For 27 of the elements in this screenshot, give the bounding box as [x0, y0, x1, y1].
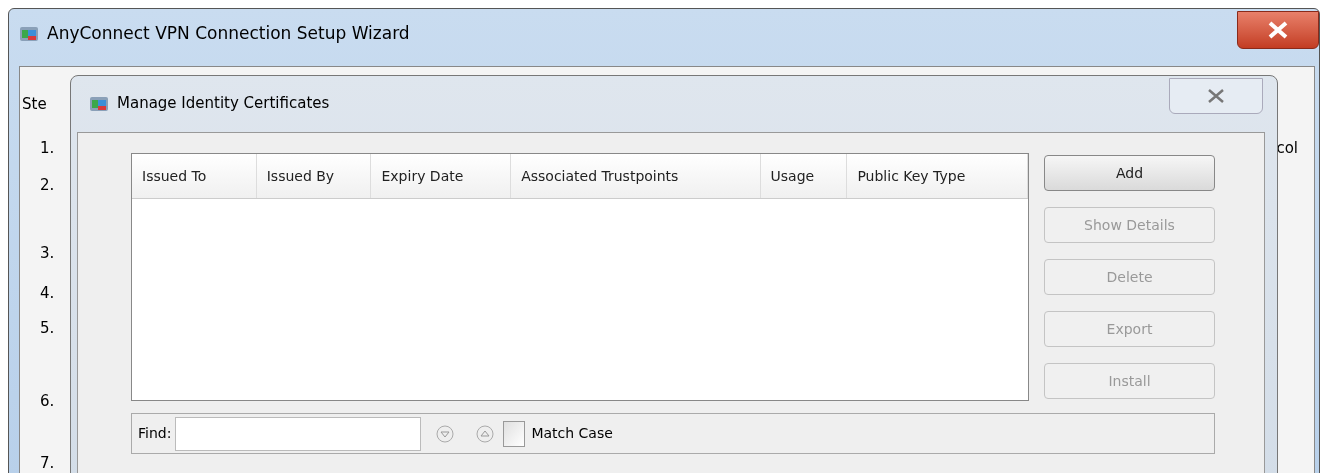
column-header[interactable]: Issued To — [132, 154, 257, 198]
column-header[interactable]: Associated Trustpoints — [511, 154, 761, 198]
step-number: 4. — [40, 283, 55, 304]
steps-header: Ste — [22, 94, 47, 115]
step-number: 7. — [40, 453, 55, 473]
step-number: 1. — [40, 138, 55, 159]
column-header[interactable]: Public Key Type — [847, 154, 1028, 198]
dialog-title: Manage Identity Certificates — [117, 93, 330, 115]
step-number: 3. — [40, 243, 55, 264]
step-number: 6. — [40, 391, 55, 412]
step-number: 2. — [40, 175, 55, 196]
find-field[interactable] — [175, 416, 422, 451]
close-button[interactable] — [1237, 11, 1319, 49]
step-number: 5. — [40, 318, 55, 339]
window-title: AnyConnect VPN Connection Setup Wizard — [47, 22, 410, 46]
match-case-checkbox[interactable] — [503, 420, 526, 447]
close-icon — [1206, 88, 1226, 104]
column-header[interactable]: Issued By — [256, 154, 372, 198]
protocol-text: col — [1276, 138, 1298, 159]
close-icon — [1267, 21, 1289, 39]
app-icon — [19, 25, 39, 43]
action-button[interactable]: Add — [1044, 155, 1215, 191]
find-label: Find: — [138, 424, 172, 443]
app-icon — [89, 94, 109, 113]
match-case-label: Match Case — [531, 424, 613, 443]
column-header[interactable]: Expiry Date — [371, 154, 512, 198]
column-header[interactable]: Usage — [760, 154, 848, 198]
